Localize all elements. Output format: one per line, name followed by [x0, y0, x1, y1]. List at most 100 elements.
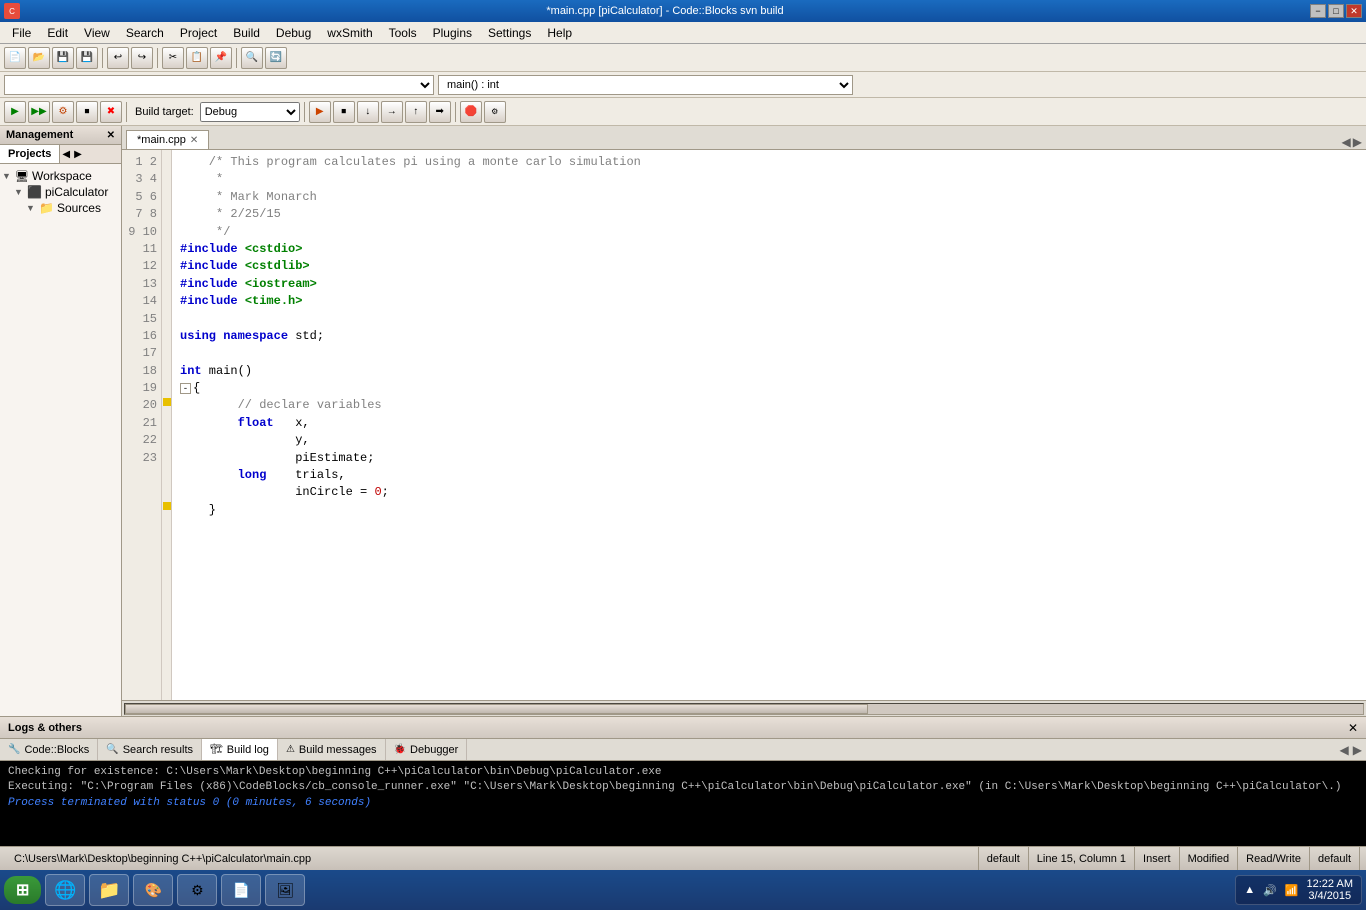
log-tab-codeblocks[interactable]: 🔧 Code::Blocks [0, 739, 98, 760]
new-button[interactable]: 📄 [4, 47, 26, 69]
log-tab-buildmsg[interactable]: ⚠ Build messages [278, 739, 386, 760]
horizontal-scrollbar[interactable] [122, 700, 1366, 716]
tray-date: 3/4/2015 [1307, 890, 1353, 902]
expand-icon: ▼ [2, 171, 12, 181]
tree-picalculator[interactable]: ▼ ⬛ piCalculator [14, 184, 119, 200]
minimize-button[interactable]: − [1310, 4, 1326, 18]
buildlog-tab-label: Build log [227, 744, 269, 756]
stop-button[interactable]: ⏹ [76, 101, 98, 123]
build-target-button[interactable]: ⚙ [52, 101, 74, 123]
function-dropdown[interactable]: main() : int [438, 75, 853, 95]
app-logo: C [4, 3, 20, 19]
logs-nav-next[interactable]: ▶ [1353, 743, 1362, 757]
paste-button[interactable]: 📌 [210, 47, 232, 69]
search-tab-icon: 🔍 [106, 744, 118, 755]
debugger-tab-icon: 🐞 [394, 744, 406, 755]
menu-wxsmith[interactable]: wxSmith [319, 22, 380, 43]
tab-nav-prev[interactable]: ◀ [1342, 135, 1351, 149]
redo-button[interactable]: ↪ [131, 47, 153, 69]
copy-button[interactable]: 📋 [186, 47, 208, 69]
taskbar-chrome[interactable]: 🌐 [45, 874, 85, 906]
left-panel: Management ✕ Projects ◀ ▶ ▼ 🖥 Workspace … [0, 126, 122, 716]
debug-start-button[interactable]: ▶ [309, 101, 331, 123]
status-path: C:\Users\Mark\Desktop\beginning C++\piCa… [6, 847, 979, 870]
menu-file[interactable]: File [4, 22, 39, 43]
menu-view[interactable]: View [76, 22, 118, 43]
nav-prev-button[interactable]: ◀ [60, 147, 72, 162]
log-tab-buildlog[interactable]: 🏗 Build log [202, 739, 278, 760]
project-label: piCalculator [45, 185, 108, 199]
abort-button[interactable]: ✖ [100, 101, 122, 123]
code-area: 1 2 3 4 5 6 7 8 9 10 11 12 13 14 15 16 1… [122, 150, 1366, 700]
start-button[interactable]: ⊞ [4, 876, 41, 904]
menu-debug[interactable]: Debug [268, 22, 319, 43]
build-target-label: Build target: [131, 106, 198, 118]
editor-area: *main.cpp ✕ ◀ ▶ 1 2 3 4 5 6 7 8 9 10 11 … [122, 126, 1366, 716]
debug-separator-3 [455, 102, 456, 122]
taskbar-app4[interactable]: ⚙ [177, 874, 217, 906]
scroll-track[interactable] [124, 703, 1364, 715]
logs-content: Checking for existence: C:\Users\Mark\De… [0, 761, 1366, 847]
tray-wifi-icon: 📶 [1285, 884, 1299, 897]
tab-nav: ◀ ▶ [1342, 135, 1362, 149]
debug-step-out-button[interactable]: ↑ [405, 101, 427, 123]
undo-button[interactable]: ↩ [107, 47, 129, 69]
tab-nav-next[interactable]: ▶ [1353, 135, 1362, 149]
folder-icon: 📁 [39, 201, 54, 215]
taskbar-app5[interactable]: 📄 [221, 874, 261, 906]
menu-plugins[interactable]: Plugins [425, 22, 480, 43]
status-mode: Insert [1135, 847, 1180, 870]
debug-next-button[interactable]: → [381, 101, 403, 123]
menu-tools[interactable]: Tools [381, 22, 425, 43]
replace-button[interactable]: 🔄 [265, 47, 287, 69]
taskbar-app3[interactable]: 🎨 [133, 874, 173, 906]
tab-projects[interactable]: Projects [0, 145, 60, 163]
debug-run-to-button[interactable]: ➡ [429, 101, 451, 123]
save-all-button[interactable]: 💾 [76, 47, 98, 69]
menu-help[interactable]: Help [539, 22, 580, 43]
code-markers [162, 150, 172, 700]
project-tabs: Projects ◀ ▶ [0, 145, 121, 164]
menu-settings[interactable]: Settings [480, 22, 539, 43]
break-button[interactable]: 🛑 [460, 101, 482, 123]
menu-search[interactable]: Search [118, 22, 172, 43]
tree-sources[interactable]: ▼ 📁 Sources [26, 200, 119, 216]
close-button[interactable]: ✕ [1346, 4, 1362, 18]
editor-tabs-bar: *main.cpp ✕ ◀ ▶ [122, 126, 1366, 150]
tab-close-icon[interactable]: ✕ [190, 135, 198, 146]
function-toolbar: main() : int [0, 72, 1366, 98]
nav-next-button[interactable]: ▶ [72, 147, 84, 162]
find-button[interactable]: 🔍 [241, 47, 263, 69]
debug-step-button[interactable]: ↓ [357, 101, 379, 123]
build-target-select[interactable]: Debug [200, 102, 300, 122]
logs-nav-prev[interactable]: ◀ [1340, 743, 1349, 757]
save-button[interactable]: 💾 [52, 47, 74, 69]
window-controls: − □ ✕ [1310, 4, 1362, 18]
toolbar-separator-3 [236, 48, 237, 68]
cut-button[interactable]: ✂ [162, 47, 184, 69]
menu-edit[interactable]: Edit [39, 22, 76, 43]
open-button[interactable]: 📂 [28, 47, 50, 69]
main-layout: Management ✕ Projects ◀ ▶ ▼ 🖥 Workspace … [0, 126, 1366, 716]
logs-close-button[interactable]: ✕ [1348, 721, 1358, 735]
project-nav: ◀ ▶ [60, 145, 83, 163]
workspace-icon: 🖥 [15, 170, 29, 183]
restore-button[interactable]: □ [1328, 4, 1344, 18]
menu-project[interactable]: Project [172, 22, 225, 43]
code-content[interactable]: /* This program calculates pi using a mo… [172, 150, 1366, 700]
continue-button[interactable]: ⚙ [484, 101, 506, 123]
management-close-button[interactable]: ✕ [107, 130, 115, 141]
run-again-button[interactable]: ▶▶ [28, 101, 50, 123]
tree-workspace[interactable]: ▼ 🖥 Workspace [2, 168, 119, 184]
debug-stop-button[interactable]: ⏹ [333, 101, 355, 123]
taskbar-explorer[interactable]: 📁 [89, 874, 129, 906]
log-tab-search[interactable]: 🔍 Search results [98, 739, 202, 760]
taskbar-app6[interactable]: 🖼 [265, 874, 305, 906]
menu-build[interactable]: Build [225, 22, 268, 43]
run-button[interactable]: ▶ [4, 101, 26, 123]
log-tab-debugger[interactable]: 🐞 Debugger [386, 739, 468, 760]
editor-tab-main[interactable]: *main.cpp ✕ [126, 130, 209, 149]
main-toolbar: 📄 📂 💾 💾 ↩ ↪ ✂ 📋 📌 🔍 🔄 [0, 44, 1366, 72]
file-dropdown[interactable] [4, 75, 434, 95]
scroll-thumb[interactable] [125, 704, 868, 714]
